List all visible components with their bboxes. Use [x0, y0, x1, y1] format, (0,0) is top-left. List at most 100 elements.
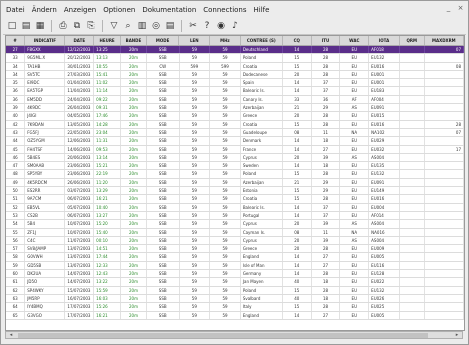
- table-row[interactable]: 39 4K9DC 26/04/2003 09:31 20m SSB 59 59 Azerbaij…: [6, 104, 464, 113]
- table-cell: [425, 137, 464, 145]
- table-cell: 59: [210, 137, 241, 145]
- chart-icon[interactable]: ▥: [136, 20, 148, 32]
- stats-icon[interactable]: ▤: [164, 20, 176, 32]
- table-row[interactable]: 34 SV5TC 27/03/2003 15:41 20m SSB 59 59 Dodecane…: [6, 70, 464, 80]
- table-cell: Croatia: [241, 195, 283, 203]
- filter-icon[interactable]: ▽: [108, 20, 120, 32]
- table-row[interactable]: 62 SP4WKY 15/07/2003 15:59 20m SSB 59 59 Poland 1…: [6, 286, 464, 295]
- column-header-7[interactable]: MHz: [210, 36, 241, 45]
- table-cell: 14/06/2003: [65, 145, 95, 153]
- table-row[interactable]: 47 SM0AAB 23/06/2003 15:21 20m SSB 59 59 Sweden 1…: [6, 162, 464, 171]
- table-cell: 14: [283, 46, 312, 54]
- radio-icon[interactable]: ◉: [215, 20, 227, 32]
- save-icon[interactable]: ▦: [34, 20, 46, 32]
- table-row[interactable]: 42 7K9DAN 13/05/2003 14:28 20m SSB 59 59 Croatia…: [6, 120, 464, 129]
- column-header-4[interactable]: BANDE: [121, 36, 147, 45]
- table-cell: 40: [6, 112, 26, 120]
- table-cell: EU: [340, 294, 370, 303]
- antenna-icon[interactable]: ♪: [229, 20, 241, 32]
- table-cell: 14/07/2003: [65, 270, 95, 278]
- column-header-14[interactable]: MAXDXRM: [425, 36, 464, 45]
- help-icon[interactable]: ?: [201, 20, 213, 32]
- scroll-right-arrow-icon[interactable]: ▸: [453, 332, 461, 338]
- table-row[interactable]: 49 4K5RDCM 26/06/2003 11:20 20m SSB 59 59 Azerba…: [6, 178, 464, 188]
- table-row[interactable]: 54 5B4 10/07/2003 15:20 20m SSB 59 59 Cyprus 20 39…: [6, 220, 464, 229]
- table-cell: EU183: [369, 87, 400, 95]
- copy-icon[interactable]: ⧉: [71, 20, 83, 32]
- table-row[interactable]: 33 9G5ML.X 20/12/2003 13:13 20m SSB 59 59 Poland…: [6, 54, 464, 63]
- cut-icon[interactable]: ✂: [187, 20, 199, 32]
- table-cell: [425, 228, 464, 236]
- table-row[interactable]: 59 GD5SB 13/07/2003 12:33 20m SSB 59 59 Isle of …: [6, 261, 464, 271]
- table-cell: 59: [210, 112, 241, 120]
- table-row[interactable]: 35 EI9DC 01/04/2003 11:02 20m SSB 59 59 Spain 14 3…: [6, 79, 464, 88]
- table-row[interactable]: 36 EA5TGP 11/04/2003 11:14 20m SSB 59 59 Baleari…: [6, 87, 464, 96]
- horizontal-scrollbar[interactable]: ◂ ▸: [5, 331, 463, 339]
- table-cell: 17:44: [94, 253, 122, 261]
- column-header-2[interactable]: DATE: [65, 36, 95, 45]
- table-cell: EU: [340, 203, 370, 211]
- table-row[interactable]: 50 ES2RR 03/07/2003 13:29 20m SSB 59 59 Estonia 1…: [6, 187, 464, 196]
- table-cell: 20/12/2003: [65, 54, 95, 62]
- table-row[interactable]: 56 C4C 11/07/2003 00:10 20m SSB 59 59 Cyprus 20 39…: [6, 236, 464, 246]
- globe-icon[interactable]: ◎: [150, 20, 162, 32]
- column-header-10[interactable]: ITU: [312, 36, 341, 45]
- table-row[interactable]: 40 J4IGI 04/05/2003 17:46 20m SSB 59 59 Greece 20…: [6, 112, 464, 121]
- table-row[interactable]: 51 9A7CM 06/07/2003 16:21 20m SSB 59 59 Croatia 1…: [6, 195, 464, 204]
- table-row[interactable]: 46 5B4ES 20/06/2003 13:14 20m SSB 59 59 Cyprus 20…: [6, 153, 464, 163]
- table-cell: 11: [312, 128, 341, 137]
- table-row[interactable]: 34 TA1HB 30/01/2003 10:55 20m CW 599 599 Croatia…: [6, 62, 464, 71]
- column-header-5[interactable]: MODE: [147, 36, 180, 45]
- menu-item-5[interactable]: Connections: [203, 6, 246, 14]
- table-row[interactable]: 58 G0VWH 13/07/2003 17:44 20m SSB 59 59 England 1…: [6, 253, 464, 262]
- table-row[interactable]: 61 JD5O 14/07/2003 13:22 20m SSB 59 59 Jan Mayen…: [6, 278, 464, 287]
- table-cell: 13:27: [94, 211, 122, 220]
- search-icon[interactable]: ⌕: [122, 20, 134, 32]
- column-header-0[interactable]: #: [6, 36, 26, 45]
- table-row[interactable]: 60 DK2UA 14/07/2003 12:43 20m SSB 59 59 Germany 1…: [6, 270, 464, 279]
- table-row[interactable]: 43 FG5FJ 22/05/2003 23:04 20m SSB 59 59 Guadelou…: [6, 128, 464, 138]
- column-header-6[interactable]: LEN: [179, 36, 211, 45]
- column-header-3[interactable]: HEURE: [94, 36, 121, 45]
- table-row[interactable]: 57 SV8/JAMP 13/07/2003 14:51 20m SSB 59 59 Greec…: [6, 245, 464, 254]
- table-row[interactable]: 44 OZ5YGM 12/06/2003 11:31 20m SSB 59 59 Denmark…: [6, 137, 464, 146]
- column-header-8[interactable]: CONTREE (S): [241, 36, 283, 45]
- new-icon[interactable]: □: [6, 20, 18, 32]
- table-row[interactable]: 64 IY4BMQ 17/07/2003 15:26 20m SSB 59 59 Italy 15…: [6, 303, 464, 312]
- table-cell: [425, 311, 464, 319]
- table-row[interactable]: 45 FH4TSF 14/06/2003 09:53 20m SSB 59 59 France 1…: [6, 145, 464, 154]
- table-cell: [425, 236, 464, 245]
- table-cell: [425, 153, 464, 162]
- open-icon[interactable]: ▤: [20, 20, 32, 32]
- scrollbar-thumb[interactable]: [18, 333, 428, 338]
- menu-item-4[interactable]: Dokumentation: [142, 6, 196, 14]
- menu-item-0[interactable]: Datei: [6, 6, 25, 14]
- table-cell: 08: [283, 128, 312, 137]
- menu-item-2[interactable]: Anzeigen: [64, 6, 96, 14]
- table-row[interactable]: 53 CS2B 06/07/2003 13:27 20m SSB 59 59 Portugal 1…: [6, 211, 464, 221]
- table-row[interactable]: 55 ZF1J 10/07/2003 15:40 20m SSB 59 59 Cayman Is…: [6, 228, 464, 237]
- table-row[interactable]: 63 JM5RP 16/07/2003 16:03 20m SSB 59 59 Svalbard…: [6, 294, 464, 304]
- scroll-left-arrow-icon[interactable]: ◂: [7, 332, 15, 338]
- table-row[interactable]: 52 EB5VL 05/07/2003 10:40 20m SSB 59 59 Balearic…: [6, 203, 464, 212]
- column-header-12[interactable]: IOTA: [369, 36, 400, 45]
- table-cell: 14: [283, 79, 312, 87]
- column-header-11[interactable]: WAC: [340, 36, 370, 45]
- menu-item-1[interactable]: Ändern: [32, 6, 57, 14]
- column-header-1[interactable]: INDICATIF: [25, 36, 66, 45]
- table-row[interactable]: 65 G3VGO 17/07/2003 16:21 20m SSB 59 59 England 1…: [6, 311, 464, 320]
- column-header-9[interactable]: CQ: [283, 36, 312, 45]
- menu-item-3[interactable]: Optionen: [103, 6, 135, 14]
- table-cell: Italy: [241, 303, 283, 311]
- table-row[interactable]: 27 F8GXX 12/12/2003 13:25 20m SSB 59 59 Deutschl…: [6, 46, 464, 55]
- print-icon[interactable]: ⎙: [57, 20, 69, 32]
- paste-icon[interactable]: ⎘: [85, 20, 97, 32]
- close-button[interactable]: ×: [456, 4, 465, 13]
- table-cell: 14: [283, 162, 312, 170]
- column-header-13[interactable]: QRM: [400, 36, 425, 45]
- minimize-button[interactable]: _: [444, 4, 453, 13]
- menu-item-6[interactable]: Hilfe: [254, 6, 270, 14]
- table-row[interactable]: 48 SP5YBY 23/06/2003 22:19 20m SSB 59 59 Poland 1…: [6, 170, 464, 179]
- table-cell: EU009: [369, 245, 400, 253]
- table-row[interactable]: 36 EM5DD 24/04/2003 09:22 20m SSB 59 59 Canary I…: [6, 95, 464, 105]
